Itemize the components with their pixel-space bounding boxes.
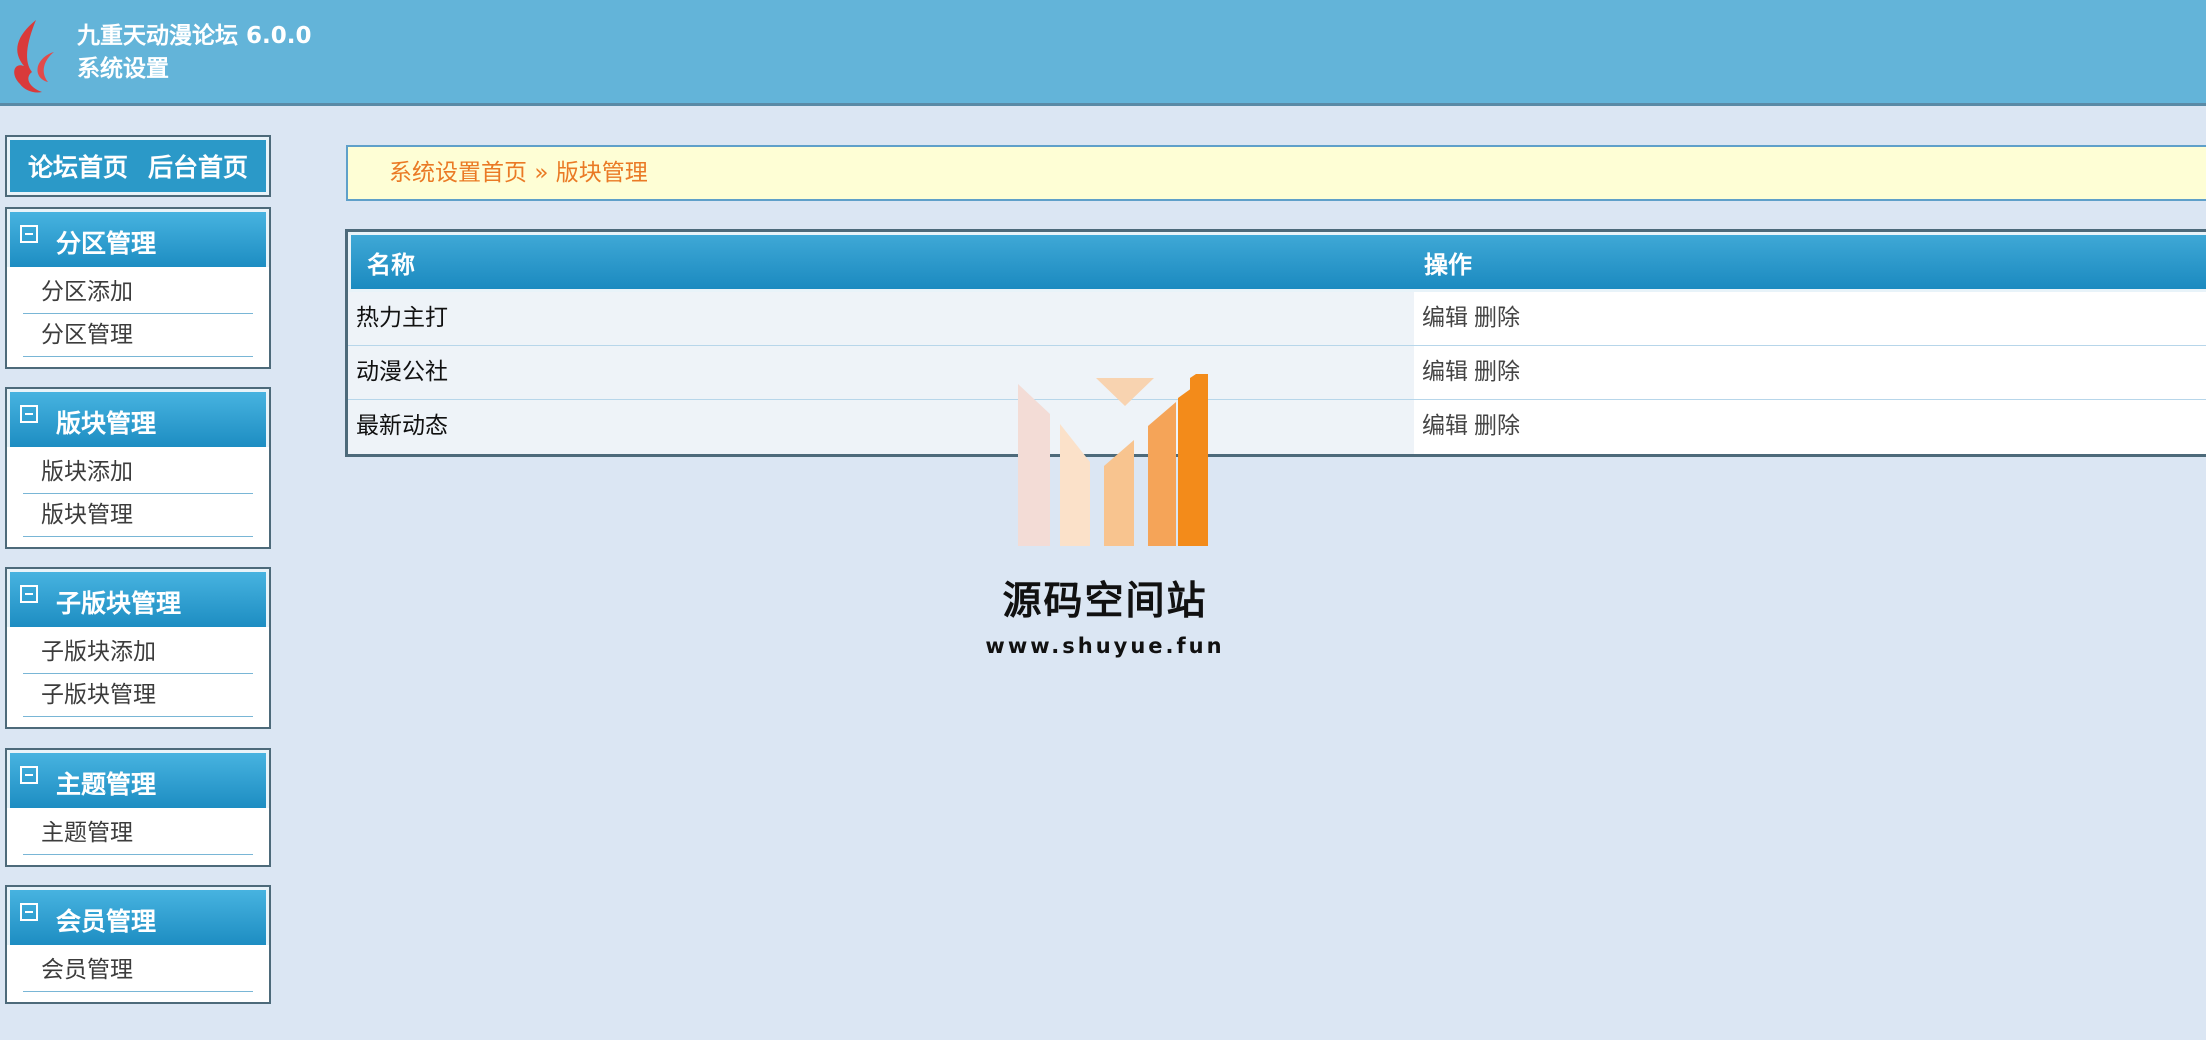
forum-home-link[interactable]: 论坛首页 <box>28 148 128 184</box>
edit-link[interactable]: 编辑 <box>1422 413 1468 439</box>
sidebar-group-title: 子版块管理 <box>56 589 182 618</box>
collapse-minus-icon[interactable] <box>20 585 38 603</box>
breadcrumb: 系统设置首页 » 版块管理 <box>346 145 2206 201</box>
sidebar-group-header[interactable]: 主题管理 <box>7 750 269 808</box>
page-subtitle: 系统设置 <box>77 56 169 82</box>
sidebar-group-board: 版块管理 版块添加 版块管理 <box>5 387 271 549</box>
column-header-actions: 操作 <box>1424 250 1472 279</box>
sidebar-top-nav: 论坛首页 后台首页 <box>5 135 271 197</box>
sidebar-group-member: 会员管理 会员管理 <box>5 885 271 1004</box>
sidebar-group-subboard: 子版块管理 子版块添加 子版块管理 <box>5 567 271 729</box>
sidebar-group-header[interactable]: 子版块管理 <box>7 569 269 627</box>
breadcrumb-home-link[interactable]: 系统设置首页 <box>389 160 527 186</box>
collapse-minus-icon[interactable] <box>20 766 38 784</box>
actions-cell: 编辑 删除 <box>1414 346 2206 399</box>
table-row: 最新动态 编辑 删除 <box>348 400 2206 454</box>
sidebar-item-board-add[interactable]: 版块添加 <box>23 451 253 494</box>
app-title: 九重天动漫论坛 6.0.0 系统设置 <box>77 20 312 86</box>
delete-link[interactable]: 删除 <box>1474 359 1520 385</box>
delete-link[interactable]: 删除 <box>1474 413 1520 439</box>
board-name-cell: 最新动态 <box>348 400 1414 454</box>
table-row: 动漫公社 编辑 删除 <box>348 346 2206 400</box>
sidebar-group-header[interactable]: 会员管理 <box>7 887 269 945</box>
sidebar-item-board-manage[interactable]: 版块管理 <box>23 494 253 537</box>
board-name-cell: 动漫公社 <box>348 346 1414 399</box>
sidebar-group-title: 分区管理 <box>56 229 157 258</box>
watermark: 源码空间站 www.shuyue.fun <box>980 374 1230 664</box>
sidebar-group-title: 会员管理 <box>56 907 157 936</box>
breadcrumb-separator: » <box>534 160 549 186</box>
sidebar-group-partition: 分区管理 分区添加 分区管理 <box>5 207 271 369</box>
watermark-title: 源码空间站 <box>1002 579 1208 624</box>
actions-cell: 编辑 删除 <box>1414 400 2206 454</box>
sidebar-item-topic-manage[interactable]: 主题管理 <box>23 812 253 855</box>
sidebar-group-title: 主题管理 <box>56 770 157 799</box>
sidebar-item-partition-add[interactable]: 分区添加 <box>23 271 253 314</box>
bar-chart-logo-icon <box>1018 374 1208 546</box>
app-name: 九重天动漫论坛 6.0.0 <box>77 23 312 49</box>
edit-link[interactable]: 编辑 <box>1422 305 1468 331</box>
sidebar-group-topic: 主题管理 主题管理 <box>5 748 271 867</box>
collapse-minus-icon[interactable] <box>20 405 38 423</box>
board-table: 名称 操作 热力主打 编辑 删除 动漫公社 编辑 删除 最新动态 编辑 删除 <box>345 229 2206 457</box>
board-name-cell: 热力主打 <box>348 292 1414 345</box>
sidebar-group-title: 版块管理 <box>56 409 157 438</box>
sidebar-item-partition-manage[interactable]: 分区管理 <box>23 314 253 357</box>
sidebar-item-subboard-add[interactable]: 子版块添加 <box>23 631 253 674</box>
sidebar-item-subboard-manage[interactable]: 子版块管理 <box>23 674 253 717</box>
breadcrumb-current[interactable]: 版块管理 <box>556 160 648 186</box>
watermark-url: www.shuyue.fun <box>985 634 1225 658</box>
sidebar-group-header[interactable]: 分区管理 <box>7 209 269 267</box>
column-header-name: 名称 <box>367 250 415 279</box>
sidebar-group-header[interactable]: 版块管理 <box>7 389 269 447</box>
top-header: 九重天动漫论坛 6.0.0 系统设置 <box>0 0 2206 106</box>
table-row: 热力主打 编辑 删除 <box>348 292 2206 346</box>
actions-cell: 编辑 删除 <box>1414 292 2206 345</box>
table-header: 名称 操作 <box>348 232 2206 292</box>
collapse-minus-icon[interactable] <box>20 225 38 243</box>
collapse-minus-icon[interactable] <box>20 903 38 921</box>
admin-home-link[interactable]: 后台首页 <box>148 148 248 184</box>
edit-link[interactable]: 编辑 <box>1422 359 1468 385</box>
flame-logo-icon <box>14 20 54 93</box>
sidebar-item-member-manage[interactable]: 会员管理 <box>23 949 253 992</box>
delete-link[interactable]: 删除 <box>1474 305 1520 331</box>
